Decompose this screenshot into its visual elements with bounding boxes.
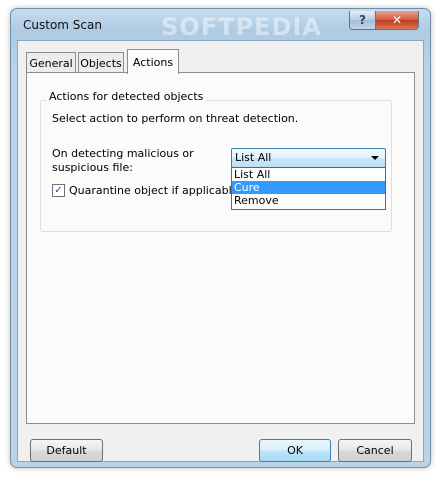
action-dropdown-list: List All Cure Remove (231, 167, 386, 210)
ok-button[interactable]: OK (259, 439, 331, 462)
custom-scan-dialog: Custom Scan SOFTPEDIA ? ✕ General Object… (10, 8, 431, 468)
action-select-value: List All (235, 151, 272, 164)
quarantine-checkbox[interactable]: ✓ (52, 184, 65, 197)
detect-label: On detecting malicious or suspicious fil… (52, 147, 194, 174)
tab-general-label: General (29, 56, 73, 70)
title-bar[interactable]: Custom Scan SOFTPEDIA ? ✕ (11, 9, 430, 41)
tab-actions-label: Actions (132, 55, 174, 69)
quarantine-label[interactable]: Quarantine object if applicable (69, 184, 238, 197)
tab-objects[interactable]: Objects (78, 52, 124, 73)
dialog-client-area: General Objects Actions Actions for dete… (17, 40, 424, 462)
tab-objects-label: Objects (80, 56, 122, 70)
softpedia-watermark: SOFTPEDIA (161, 13, 322, 41)
close-icon: ✕ (391, 13, 403, 27)
chevron-down-icon (371, 156, 379, 160)
action-description: Select action to perform on threat detec… (52, 112, 299, 125)
close-button[interactable]: ✕ (375, 11, 419, 30)
checkmark-icon: ✓ (54, 185, 63, 196)
option-cure[interactable]: Cure (232, 181, 385, 194)
option-remove[interactable]: Remove (232, 194, 385, 207)
window-title: Custom Scan (23, 18, 102, 32)
tab-general[interactable]: General (26, 52, 76, 73)
help-button[interactable]: ? (349, 11, 376, 30)
actions-tab-panel: Actions for detected objects Select acti… (26, 72, 415, 424)
cancel-button[interactable]: Cancel (338, 439, 412, 462)
default-button[interactable]: Default (30, 439, 103, 462)
action-select[interactable]: List All (231, 148, 386, 168)
help-icon: ? (359, 13, 366, 27)
option-list-all[interactable]: List All (232, 168, 385, 181)
tab-actions[interactable]: Actions (127, 49, 179, 74)
groupbox-title: Actions for detected objects (46, 90, 207, 103)
